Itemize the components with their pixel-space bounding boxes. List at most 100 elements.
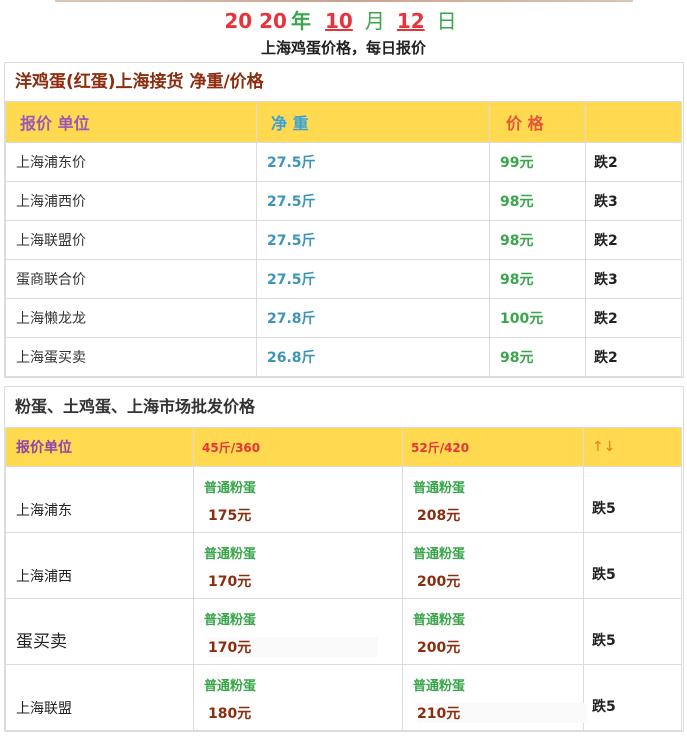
price-cell-52: 普通粉蛋 210元 bbox=[402, 664, 587, 731]
day-value: 12 bbox=[396, 9, 425, 33]
net-weight: 27.5斤 bbox=[256, 142, 490, 182]
price-value: 175元 bbox=[208, 508, 252, 524]
wholesale-price-table: 报价单位 45斤/360 52斤/420 ↑↓ 上海浦东 普通粉蛋 175元 普通… bbox=[5, 427, 682, 731]
price: 98元 bbox=[489, 220, 586, 260]
price: 98元 bbox=[489, 337, 586, 377]
price: 100元 bbox=[489, 298, 586, 338]
top-divider bbox=[55, 0, 633, 2]
price-change: 跌5 bbox=[583, 664, 682, 731]
price-change: 跌2 bbox=[585, 337, 682, 377]
price-value: 180元 bbox=[208, 706, 252, 722]
quote-unit: 上海浦东价 bbox=[5, 142, 257, 182]
price: 98元 bbox=[489, 181, 586, 221]
price-value: 170元 bbox=[208, 637, 378, 657]
price-change-label: 跌5 bbox=[592, 501, 616, 517]
price-value: 208元 bbox=[417, 508, 461, 524]
table-row: 蛋买卖 普通粉蛋 170元 普通粉蛋 200元 跌5 bbox=[5, 598, 682, 665]
price-cell-45: 普通粉蛋 180元 bbox=[193, 664, 403, 731]
price-cell-52: 普通粉蛋 200元 bbox=[402, 598, 584, 665]
price-change: 跌3 bbox=[585, 259, 682, 299]
price-value: 200元 bbox=[417, 640, 461, 656]
egg-type-label: 普通粉蛋 bbox=[204, 613, 257, 628]
section-title: 洋鸡蛋(红蛋)上海接货 净重/价格 bbox=[15, 72, 264, 92]
header-weight: 净 重 bbox=[256, 101, 490, 143]
quote-unit-label: 蛋买卖 bbox=[16, 632, 67, 652]
year-label: 年 bbox=[290, 9, 311, 33]
table-header-row: 报价单位 45斤/360 52斤/420 ↑↓ bbox=[5, 427, 682, 467]
egg-type-label: 普通粉蛋 bbox=[413, 547, 466, 562]
table-row: 上海浦西 普通粉蛋 170元 普通粉蛋 200元 跌5 bbox=[5, 532, 682, 599]
price-change: 跌3 bbox=[585, 181, 682, 221]
net-weight: 27.5斤 bbox=[256, 259, 490, 299]
month-label: 月 bbox=[364, 9, 385, 33]
section-title: 粉蛋、土鸡蛋、上海市场批发价格 bbox=[15, 397, 256, 416]
quote-unit: 上海浦东 bbox=[5, 466, 194, 533]
table-header-row: 报价 单位 净 重 价 格 bbox=[5, 101, 682, 143]
price-value: 210元 bbox=[417, 703, 587, 723]
price-value: 200元 bbox=[417, 574, 461, 590]
price-change: 跌2 bbox=[585, 298, 682, 338]
report-date: 20 20 年 10 月 12 日 bbox=[0, 8, 687, 34]
foreign-egg-price-section: 洋鸡蛋(红蛋)上海接货 净重/价格 报价 单位 净 重 价 格 上海浦东价 27… bbox=[4, 62, 684, 378]
quote-unit: 上海联盟 bbox=[5, 664, 194, 731]
page-subtitle: 上海鸡蛋价格，每日报价 bbox=[260, 39, 426, 57]
table-row: 上海浦东 普通粉蛋 175元 普通粉蛋 208元 跌5 bbox=[5, 466, 682, 533]
quote-unit: 上海懒龙龙 bbox=[5, 298, 257, 338]
quote-unit: 上海蛋买卖 bbox=[5, 337, 257, 377]
price: 99元 bbox=[489, 142, 586, 182]
price-cell-45: 普通粉蛋 170元 bbox=[193, 532, 403, 599]
header-45jin: 45斤/360 bbox=[193, 427, 403, 467]
price: 98元 bbox=[489, 259, 586, 299]
price-change: 跌2 bbox=[585, 220, 682, 260]
table-row: 上海联盟 普通粉蛋 180元 普通粉蛋 210元 跌5 bbox=[5, 664, 682, 731]
table-row: 上海联盟价 27.5斤 98元 跌2 bbox=[5, 220, 682, 260]
egg-type-label: 普通粉蛋 bbox=[204, 679, 257, 694]
month-value: 10 bbox=[324, 9, 353, 33]
price-cell-45: 普通粉蛋 170元 bbox=[193, 598, 403, 665]
net-weight: 27.5斤 bbox=[256, 220, 490, 260]
price-change-label: 跌5 bbox=[592, 699, 616, 715]
year-part-b: 20 bbox=[259, 9, 287, 33]
quote-unit-label: 上海浦西 bbox=[16, 569, 72, 585]
table-row: 上海浦西价 27.5斤 98元 跌3 bbox=[5, 181, 682, 221]
egg-type-label: 普通粉蛋 bbox=[413, 613, 466, 628]
header-change bbox=[585, 101, 682, 143]
foreign-egg-price-table: 报价 单位 净 重 价 格 上海浦东价 27.5斤 99元 跌2 上海浦西价 2… bbox=[5, 101, 682, 377]
quote-unit: 上海浦西价 bbox=[5, 181, 257, 221]
net-weight: 26.8斤 bbox=[256, 337, 490, 377]
table-row: 蛋商联合价 27.5斤 98元 跌3 bbox=[5, 259, 682, 299]
price-cell-52: 普通粉蛋 200元 bbox=[402, 532, 584, 599]
header-price: 价 格 bbox=[489, 101, 586, 143]
price-change: 跌2 bbox=[585, 142, 682, 182]
quote-unit: 上海浦西 bbox=[5, 532, 194, 599]
price-change-label: 跌5 bbox=[592, 567, 616, 583]
price-cell-45: 普通粉蛋 175元 bbox=[193, 466, 403, 533]
header-unit: 报价 单位 bbox=[5, 101, 257, 143]
header-52jin: 52斤/420 bbox=[402, 427, 584, 467]
price-cell-52: 普通粉蛋 208元 bbox=[402, 466, 584, 533]
quote-unit: 上海联盟价 bbox=[5, 220, 257, 260]
header-change: ↑↓ bbox=[583, 427, 682, 467]
egg-type-label: 普通粉蛋 bbox=[204, 481, 257, 496]
wholesale-price-section: 粉蛋、土鸡蛋、上海市场批发价格 报价单位 45斤/360 52斤/420 ↑↓ … bbox=[4, 386, 684, 732]
table-row: 上海懒龙龙 27.8斤 100元 跌2 bbox=[5, 298, 682, 338]
table-row: 上海浦东价 27.5斤 99元 跌2 bbox=[5, 142, 682, 182]
table-row: 上海蛋买卖 26.8斤 98元 跌2 bbox=[5, 337, 682, 377]
egg-type-label: 普通粉蛋 bbox=[204, 547, 257, 562]
price-change-label: 跌5 bbox=[592, 633, 616, 649]
price-change: 跌5 bbox=[583, 466, 682, 533]
net-weight: 27.8斤 bbox=[256, 298, 490, 338]
quote-unit: 蛋商联合价 bbox=[5, 259, 257, 299]
price-change: 跌5 bbox=[583, 532, 682, 599]
quote-unit: 蛋买卖 bbox=[5, 598, 194, 665]
price-value: 170元 bbox=[208, 574, 252, 590]
egg-type-label: 普通粉蛋 bbox=[413, 679, 466, 694]
price-change: 跌5 bbox=[583, 598, 682, 665]
net-weight: 27.5斤 bbox=[256, 181, 490, 221]
year-part-a: 20 bbox=[224, 9, 253, 33]
egg-type-label: 普通粉蛋 bbox=[413, 481, 466, 496]
header-unit: 报价单位 bbox=[5, 427, 194, 467]
quote-unit-label: 上海浦东 bbox=[16, 503, 72, 519]
quote-unit-label: 上海联盟 bbox=[16, 701, 72, 717]
day-label: 日 bbox=[436, 9, 457, 33]
